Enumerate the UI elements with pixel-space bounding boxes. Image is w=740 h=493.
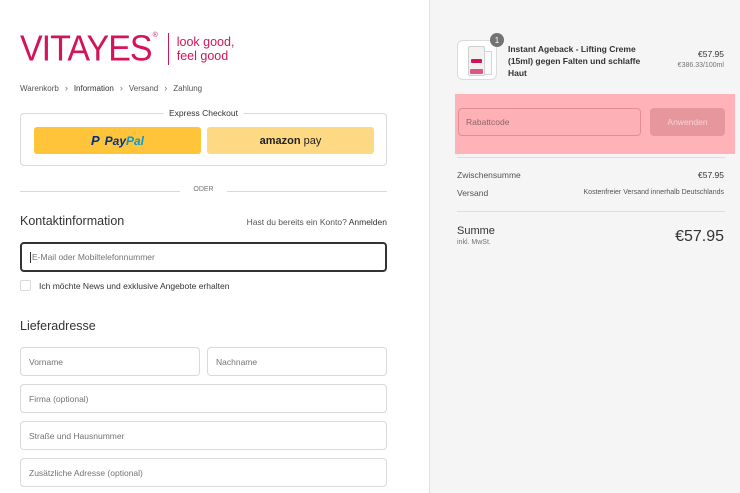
discount-placeholder: Rabattcode — [466, 117, 510, 127]
email-placeholder: E-Mail oder Mobiltelefonnummer — [32, 252, 155, 262]
login-hint: Hast du bereits ein Konto? Anmelden — [247, 217, 387, 227]
firstname-field[interactable]: Vorname — [20, 347, 200, 376]
shipping-section-title: Lieferadresse — [20, 319, 96, 333]
product-unit-price: €386.33/100ml — [677, 62, 724, 69]
product-name: Instant Ageback - Lifting Creme (15ml) g… — [508, 44, 641, 78]
logo-divider — [167, 33, 169, 65]
address2-field[interactable]: Zusätzliche Adresse (optional) — [20, 458, 387, 487]
paypal-button[interactable]: P Pay Pal — [34, 127, 201, 154]
newsletter-option[interactable]: Ich möchte News und exklusive Angebote e… — [20, 280, 229, 291]
login-prompt: Hast du bereits ein Konto? — [246, 217, 347, 227]
amazon-label-part2: pay — [303, 134, 322, 147]
registered-mark: ® — [152, 32, 158, 39]
breadcrumb-cart[interactable]: Warenkorb — [20, 84, 59, 93]
shipping-label: Versand — [457, 188, 489, 198]
brand-logo[interactable]: VITAYES ® look good, feel good — [20, 29, 235, 69]
breadcrumb-information: Information — [73, 83, 114, 93]
breadcrumb-payment: Zahlung — [173, 83, 203, 93]
paypal-icon: P — [90, 133, 100, 148]
divider-line-left — [20, 191, 180, 192]
or-divider-text: ODER — [193, 186, 214, 193]
summary-divider-2 — [457, 211, 725, 212]
or-divider: ODER — [20, 186, 387, 196]
amazon-pay-button[interactable]: amazon pay — [207, 127, 374, 154]
express-checkout: Express Checkout P Pay Pal amazon pay — [20, 108, 387, 166]
tube-label — [471, 59, 482, 63]
text-caret — [30, 251, 31, 263]
breadcrumb-shipping: Versand — [128, 83, 159, 93]
express-checkout-title: Express Checkout — [163, 108, 244, 118]
logo-tagline: look good, feel good — [177, 35, 235, 63]
product-box-image — [484, 51, 492, 75]
amazon-label-part1: amazon — [259, 134, 301, 147]
checkout-form-panel: VITAYES ® look good, feel good Warenkorb… — [0, 0, 429, 493]
lastname-placeholder: Nachname — [216, 356, 258, 367]
newsletter-checkbox[interactable] — [20, 280, 31, 291]
login-link[interactable]: Anmelden — [349, 217, 387, 227]
summary-divider-1 — [457, 157, 725, 158]
street-placeholder: Straße und Hausnummer — [29, 430, 125, 441]
firstname-placeholder: Vorname — [29, 356, 64, 367]
total-tax-note: inkl. MwSt. — [457, 239, 491, 246]
contact-section-title: Kontaktinformation — [20, 214, 125, 228]
chevron-right-icon: › — [64, 83, 68, 93]
total-value: €57.95 — [675, 228, 724, 245]
logo-wordmark: VITAYES — [20, 29, 153, 69]
total-label: Summe — [457, 225, 495, 237]
quantity-badge: 1 — [490, 33, 504, 47]
lastname-field[interactable]: Nachname — [207, 347, 387, 376]
company-placeholder: Firma (optional) — [29, 393, 89, 404]
discount-code-input[interactable]: Rabattcode — [458, 108, 641, 136]
breadcrumb: Warenkorb › Information › Versand › Zahl… — [20, 83, 202, 93]
subtotal-label: Zwischensumme — [457, 170, 521, 180]
newsletter-label: Ich möchte News und exklusive Angebote e… — [39, 280, 230, 291]
chevron-right-icon: › — [164, 83, 168, 93]
address2-placeholder: Zusätzliche Adresse (optional) — [29, 467, 143, 478]
email-field[interactable]: E-Mail oder Mobiltelefonnummer — [20, 242, 387, 272]
paypal-label-part2: Pal — [126, 133, 145, 148]
shipping-value: Kostenfreier Versand innerhalb Deutschla… — [583, 189, 724, 196]
chevron-right-icon: › — [119, 83, 123, 93]
divider-line-right — [227, 191, 387, 192]
tube-cap — [470, 69, 483, 74]
tagline-line-2: feel good — [176, 49, 229, 63]
paypal-label-part1: Pay — [104, 133, 126, 148]
product-tube-image — [468, 46, 485, 76]
street-field[interactable]: Straße und Hausnummer — [20, 421, 387, 450]
company-field[interactable]: Firma (optional) — [20, 384, 387, 413]
product-thumbnail — [457, 40, 497, 80]
apply-discount-button[interactable]: Anwenden — [650, 108, 725, 136]
product-price: €57.95 — [698, 49, 724, 59]
tagline-line-1: look good, — [176, 35, 235, 49]
subtotal-value: €57.95 — [698, 170, 724, 180]
